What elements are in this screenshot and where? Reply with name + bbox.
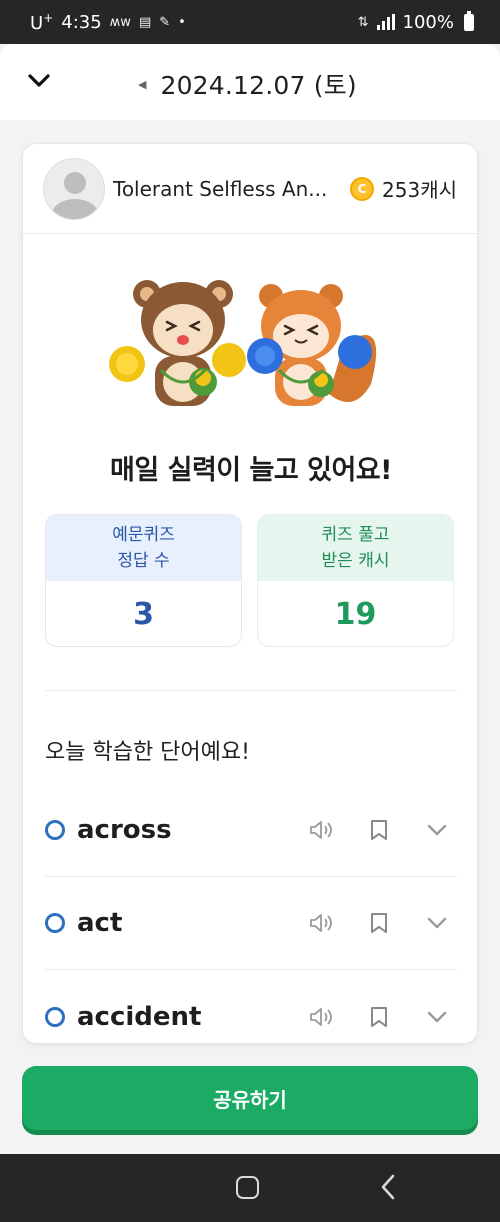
header: ◀ 2024.12.07 (토) xyxy=(0,44,500,120)
chevron-down-icon xyxy=(427,1011,447,1022)
battery-icon xyxy=(464,10,474,31)
bookmark-icon xyxy=(371,1006,387,1027)
bookmark-button[interactable] xyxy=(359,810,399,850)
word-row[interactable]: accident xyxy=(45,970,457,1043)
back-arrow-icon[interactable] xyxy=(378,1172,398,1202)
status-left: U+ 4:35 ʍᴡ ▤ ✎ • xyxy=(30,11,186,34)
prev-date-icon[interactable]: ◀ xyxy=(138,78,146,91)
correct-circle-icon xyxy=(45,913,65,933)
bookmark-button[interactable] xyxy=(359,997,399,1037)
avatar xyxy=(43,157,105,220)
section-title: 오늘 학습한 단어예요! xyxy=(45,740,250,765)
quiz-cash-label: 퀴즈 풀고 받은 캐시 xyxy=(258,515,453,581)
expand-button[interactable] xyxy=(417,810,457,850)
correct-circle-icon xyxy=(45,820,65,840)
notification-extra: ʍᴡ xyxy=(109,14,131,30)
bookmark-icon xyxy=(371,913,387,933)
word-row[interactable]: act xyxy=(45,877,457,970)
expand-button[interactable] xyxy=(417,997,457,1037)
collapse-button[interactable] xyxy=(22,64,56,98)
date-selector[interactable]: ◀ 2024.12.07 (토) xyxy=(138,66,357,102)
daily-report-card: Tolerant Selfless An... C 253캐시 매일 실력이 늘… xyxy=(22,143,478,1044)
quiz-cash-stat: 퀴즈 풀고 받은 캐시 19 xyxy=(257,514,454,647)
system-nav-bar xyxy=(0,1154,500,1222)
correct-circle-icon xyxy=(45,1006,65,1027)
cash-amount: 253캐시 xyxy=(382,178,457,202)
word-list: across act accident xyxy=(45,784,457,1043)
monkey-mascot xyxy=(109,280,246,406)
word-text: across xyxy=(77,815,172,845)
chevron-down-icon xyxy=(427,824,447,836)
speaker-icon xyxy=(310,914,332,932)
quiz-correct-value: 3 xyxy=(133,597,154,632)
headline: 매일 실력이 늘고 있어요! xyxy=(110,455,392,486)
word-text: act xyxy=(77,908,123,938)
chevron-down-icon xyxy=(427,917,447,929)
home-button-icon[interactable] xyxy=(236,1176,259,1199)
mascot-illustration xyxy=(109,280,377,406)
coin-icon: C xyxy=(350,176,375,201)
notification-app-icon: ✎ xyxy=(159,14,171,30)
quiz-correct-stat: 예문퀴즈 정답 수 3 xyxy=(45,514,242,647)
chevron-down-icon xyxy=(28,74,50,87)
battery-percent: 100% xyxy=(402,11,454,33)
user-name: Tolerant Selfless An... xyxy=(113,176,328,201)
word-row[interactable]: across xyxy=(45,784,457,877)
speaker-button[interactable] xyxy=(301,903,341,943)
speaker-icon xyxy=(310,1007,332,1026)
squirrel-mascot xyxy=(247,284,377,406)
share-button[interactable]: 공유하기 xyxy=(22,1066,478,1130)
page-title-date: 2024.12.07 (토) xyxy=(160,71,357,100)
profile-row: Tolerant Selfless An... C 253캐시 xyxy=(23,144,477,234)
notification-list-icon: ▤ xyxy=(138,14,152,30)
carrier-label: U+ xyxy=(30,10,54,34)
quiz-correct-label: 예문퀴즈 정답 수 xyxy=(46,515,241,581)
signal-icon xyxy=(376,14,395,30)
bookmark-button[interactable] xyxy=(359,903,399,943)
divider xyxy=(45,690,457,691)
expand-button[interactable] xyxy=(417,903,457,943)
status-right: ⇅ 100% xyxy=(357,10,474,33)
bookmark-icon xyxy=(371,820,387,840)
quiz-cash-value: 19 xyxy=(334,597,377,632)
speaker-icon xyxy=(310,821,332,839)
status-bar: U+ 4:35 ʍᴡ ▤ ✎ • ⇅ 100% xyxy=(0,0,500,44)
data-saver-icon: ⇅ xyxy=(357,14,369,30)
speaker-button[interactable] xyxy=(301,997,341,1037)
word-text: accident xyxy=(77,1001,202,1032)
speaker-button[interactable] xyxy=(301,810,341,850)
status-time: 4:35 xyxy=(61,11,102,33)
notification-dot-icon: • xyxy=(178,14,186,30)
